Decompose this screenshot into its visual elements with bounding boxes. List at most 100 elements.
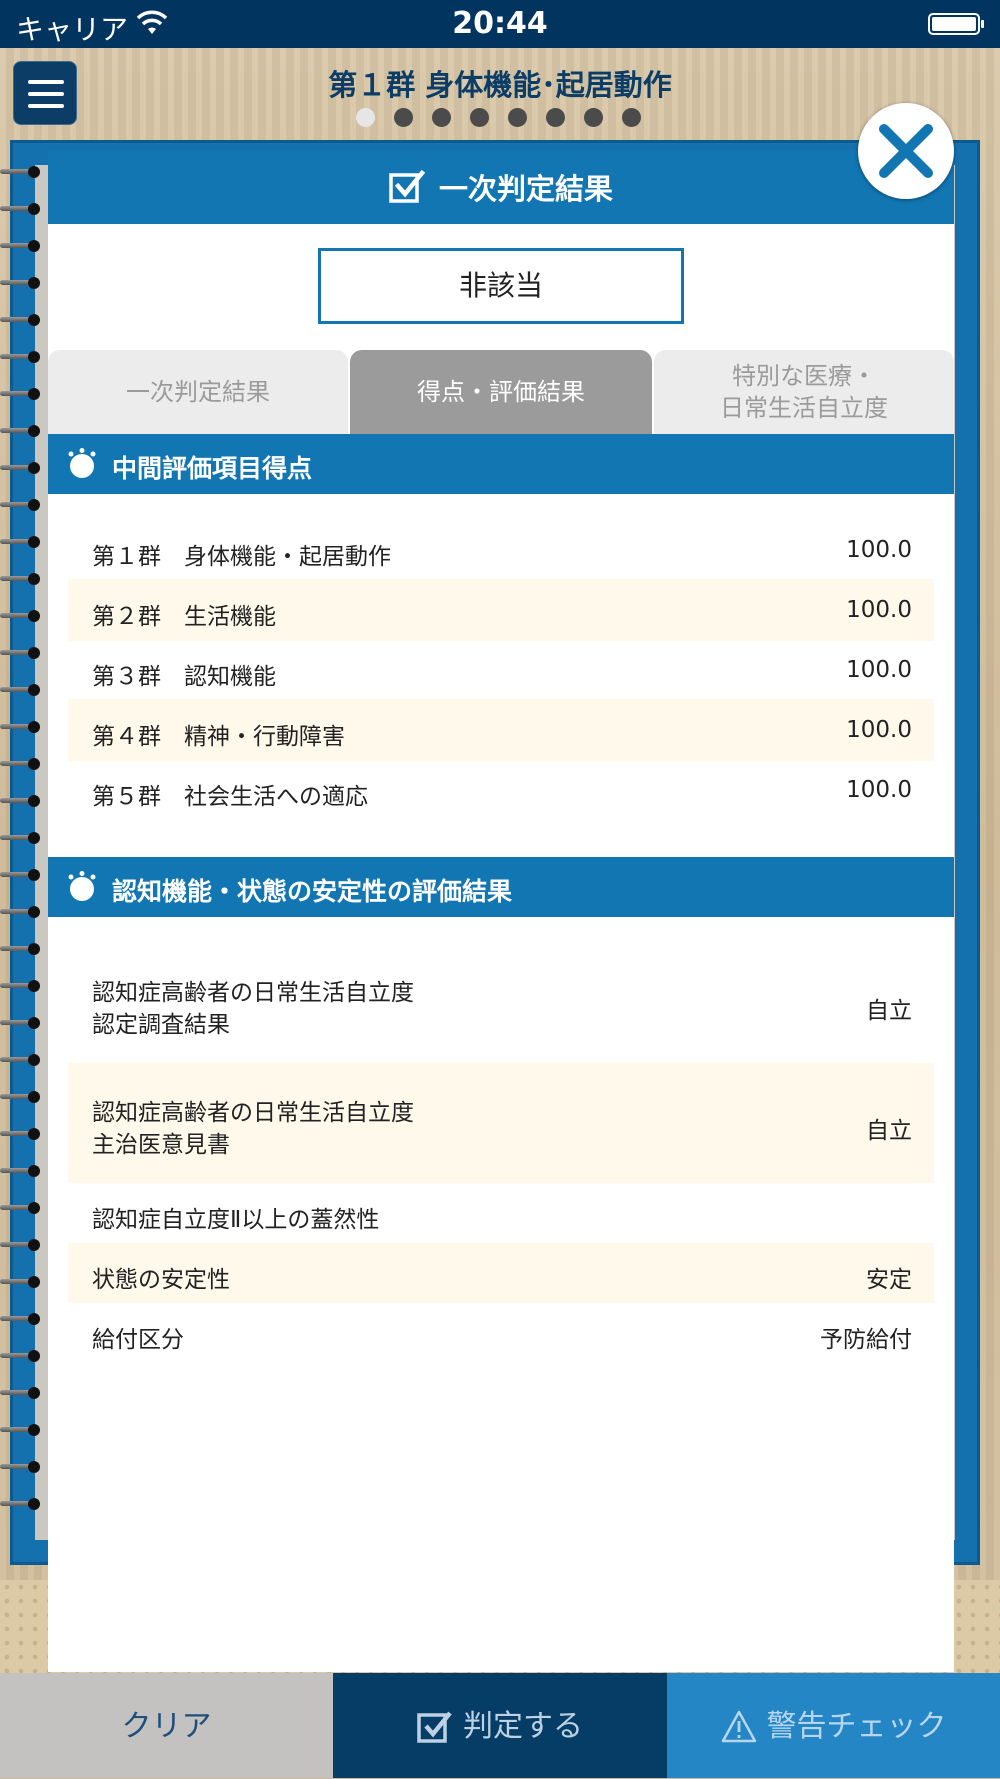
warning-check-button[interactable]: 警告チェック <box>667 1673 1000 1778</box>
row-label: 第３群 認知機能 <box>92 664 276 690</box>
row-label: 第５群 社会生活への適応 <box>92 784 368 810</box>
spiral-ring <box>0 239 44 253</box>
result-value-box: 非該当 <box>318 248 684 324</box>
spiral-ring <box>0 165 44 179</box>
spiral-ring <box>0 831 44 845</box>
result-tabs: 一次判定結果 得点・評価結果 特別な医療・ 日常生活自立度 <box>48 350 954 434</box>
page-indicator[interactable] <box>356 108 641 128</box>
page-dot[interactable] <box>470 108 489 127</box>
spiral-ring <box>0 905 44 919</box>
spiral-ring <box>0 461 44 475</box>
spiral-ring <box>0 1497 44 1511</box>
tab-primary-result[interactable]: 一次判定結果 <box>48 350 348 434</box>
page-dot[interactable] <box>622 108 641 127</box>
spiral-ring <box>0 1423 44 1437</box>
row-value: 予防給付 <box>820 1327 912 1353</box>
tab-label: 一次判定結果 <box>126 378 270 406</box>
section-title: 認知機能・状態の安定性の評価結果 <box>112 877 513 906</box>
page-dot[interactable] <box>432 108 451 127</box>
page-dot[interactable] <box>508 108 527 127</box>
list-item: 認知症高齢者の日常生活自立度 認定調査結果 自立 <box>68 943 934 1063</box>
spiral-ring <box>0 1164 44 1178</box>
row-label: 給付区分 <box>92 1327 184 1353</box>
row-label: 認知症高齢者の日常生活自立度 認定調査結果 <box>92 980 414 1038</box>
list-item: 第３群 認知機能 100.0 <box>68 641 934 699</box>
tab-label: 得点・評価結果 <box>417 378 585 406</box>
spiral-ring <box>0 350 44 364</box>
spiral-ring <box>0 942 44 956</box>
battery-icon <box>928 13 984 35</box>
list-item: 認知症自立度Ⅱ以上の蓋然性 <box>68 1183 934 1243</box>
bottom-action-bar: クリア 判定する 警告チェック <box>0 1673 1000 1778</box>
row-value: 安定 <box>866 1267 912 1293</box>
list-item: 認知症高齢者の日常生活自立度 主治医意見書 自立 <box>68 1063 934 1183</box>
tab-label: 特別な医療・ 日常生活自立度 <box>720 362 888 422</box>
spiral-ring <box>0 498 44 512</box>
spiral-ring <box>0 1016 44 1030</box>
spiral-ring <box>0 313 44 327</box>
row-value: 100.0 <box>846 537 912 563</box>
checkbox-icon <box>417 1711 452 1743</box>
page-dot[interactable] <box>356 108 375 127</box>
page-dot[interactable] <box>394 108 413 127</box>
spiral-ring <box>0 1349 44 1363</box>
modal-header: 一次判定結果 <box>48 150 954 224</box>
list-item: 給付区分 予防給付 <box>68 1303 934 1363</box>
clear-label: クリア <box>121 1709 212 1744</box>
list-item: 第５群 社会生活への適応 100.0 <box>68 761 934 819</box>
row-value: 自立 <box>866 1118 912 1144</box>
spiral-ring <box>0 979 44 993</box>
row-label: 認知症自立度Ⅱ以上の蓋然性 <box>92 1207 380 1233</box>
list-item: 第４群 精神・行動障害 100.0 <box>68 699 934 761</box>
page-dot[interactable] <box>546 108 565 127</box>
row-value: 100.0 <box>846 717 912 743</box>
judge-button[interactable]: 判定する <box>333 1673 667 1778</box>
checkbox-icon <box>389 169 425 203</box>
section-title: 中間評価項目得点 <box>112 454 313 483</box>
spiral-ring <box>0 202 44 216</box>
page-dot[interactable] <box>584 108 603 127</box>
section-header-cognitive: 認知機能・状態の安定性の評価結果 <box>48 857 954 917</box>
modal-title-wrap: 一次判定結果 <box>48 166 954 208</box>
status-bar: キャリア 20:44 <box>0 0 1000 48</box>
row-value: 自立 <box>866 998 912 1024</box>
row-label: 第２群 生活機能 <box>92 604 276 630</box>
section-header-scores: 中間評価項目得点 <box>48 434 954 494</box>
row-value: 100.0 <box>846 657 912 683</box>
spiral-binding <box>0 165 44 1545</box>
spiral-ring <box>0 387 44 401</box>
spiral-ring <box>0 1127 44 1141</box>
spiral-ring <box>0 609 44 623</box>
tab-special-medical[interactable]: 特別な医療・ 日常生活自立度 <box>654 350 954 434</box>
list-item: 状態の安定性 安定 <box>68 1243 934 1303</box>
list-item: 第１群 身体機能・起居動作 100.0 <box>68 521 934 579</box>
judge-label: 判定する <box>463 1709 583 1744</box>
spiral-ring <box>0 1386 44 1400</box>
badge-icon <box>68 871 96 901</box>
close-button[interactable] <box>858 103 954 199</box>
spiral-ring <box>0 1090 44 1104</box>
close-icon <box>879 124 933 178</box>
spiral-ring <box>0 646 44 660</box>
spiral-ring <box>0 720 44 734</box>
spiral-ring <box>0 683 44 697</box>
list-item: 第２群 生活機能 100.0 <box>68 579 934 641</box>
badge-icon <box>68 448 96 478</box>
clear-button[interactable]: クリア <box>0 1673 333 1778</box>
spiral-ring <box>0 757 44 771</box>
row-label: 第１群 身体機能・起居動作 <box>92 544 391 570</box>
page-title: 第１群 身体機能･起居動作 <box>328 68 672 102</box>
judgment-result-modal: 一次判定結果 非該当 一次判定結果 得点・評価結果 特別な医療・ 日常生活自立度… <box>48 150 954 1672</box>
spiral-ring <box>0 535 44 549</box>
modal-title: 一次判定結果 <box>438 172 613 206</box>
row-value: 100.0 <box>846 777 912 803</box>
spiral-ring <box>0 572 44 586</box>
spiral-ring <box>0 1053 44 1067</box>
spiral-ring <box>0 868 44 882</box>
tab-score-evaluation[interactable]: 得点・評価結果 <box>350 350 652 434</box>
spiral-ring <box>0 1275 44 1289</box>
warning-check-label: 警告チェック <box>766 1709 947 1744</box>
row-label: 状態の安定性 <box>92 1267 230 1293</box>
row-label: 認知症高齢者の日常生活自立度 主治医意見書 <box>92 1100 414 1158</box>
warning-icon <box>721 1710 756 1742</box>
